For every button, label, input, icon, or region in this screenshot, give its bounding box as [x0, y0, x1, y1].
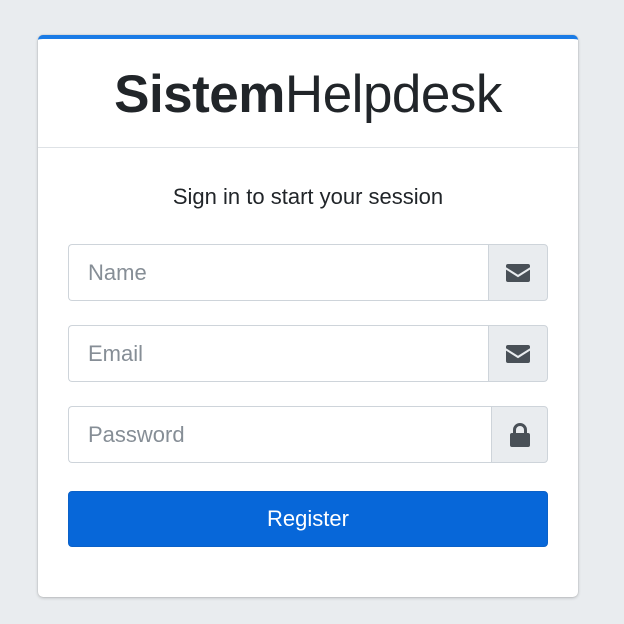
email-addon	[488, 325, 548, 382]
password-addon	[491, 406, 548, 463]
login-box-message: Sign in to start your session	[172, 184, 444, 209]
password-input[interactable]	[68, 406, 491, 463]
envelope-icon	[506, 263, 530, 282]
email-input[interactable]	[68, 325, 488, 382]
brand-light: Helpdesk	[284, 64, 502, 124]
lock-icon	[509, 422, 530, 447]
brand-logo-link[interactable]: SistemHelpdesk	[114, 68, 502, 121]
email-input-group	[68, 325, 548, 382]
register-card: SistemHelpdesk Sign in to start your ses…	[38, 35, 578, 597]
name-addon	[488, 244, 548, 301]
name-input-group	[68, 244, 548, 301]
register-button[interactable]: Register	[68, 491, 548, 547]
password-input-group	[68, 406, 548, 463]
brand-bold: Sistem	[114, 64, 285, 124]
card-header: SistemHelpdesk	[38, 39, 578, 148]
name-input[interactable]	[68, 244, 488, 301]
envelope-icon	[506, 344, 530, 363]
